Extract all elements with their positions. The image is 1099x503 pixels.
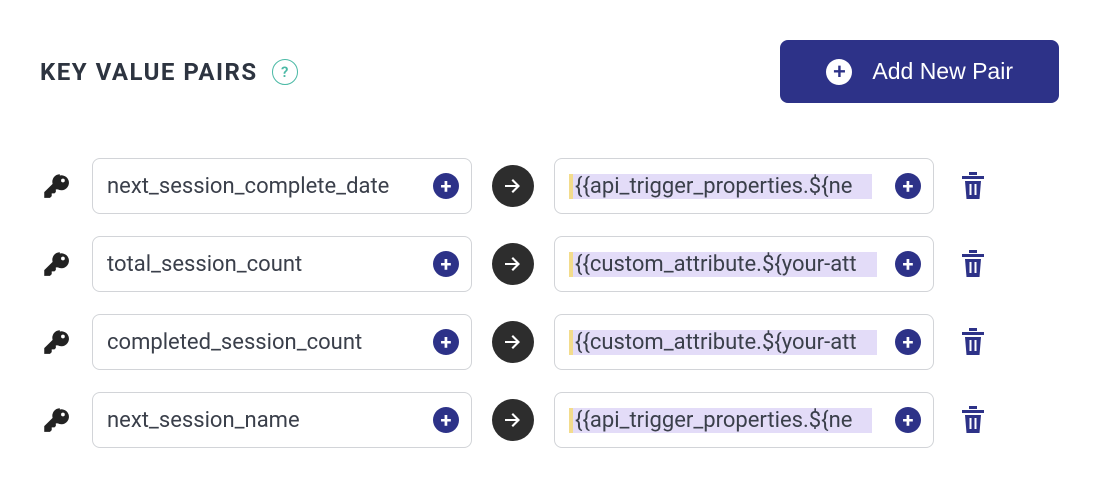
plus-circle-icon[interactable]: + xyxy=(433,407,459,433)
plus-circle-icon[interactable]: + xyxy=(433,329,459,355)
pair-row: total_session_count + {{custom_attribute… xyxy=(40,236,1059,292)
title-wrap: KEY VALUE PAIRS ? xyxy=(40,58,298,86)
delete-pair-button[interactable] xyxy=(954,169,992,203)
plus-circle-icon[interactable]: + xyxy=(895,407,921,433)
key-input[interactable]: next_session_name + xyxy=(92,392,472,448)
arrow-right-icon xyxy=(492,399,534,441)
pair-row: next_session_name + {{api_trigger_proper… xyxy=(40,392,1059,448)
value-text: {{custom_attribute.${your-att xyxy=(569,330,877,355)
pair-row: completed_session_count + {{custom_attri… xyxy=(40,314,1059,370)
header-row: KEY VALUE PAIRS ? + Add New Pair xyxy=(40,40,1059,103)
add-new-pair-button[interactable]: + Add New Pair xyxy=(780,40,1059,103)
key-icon xyxy=(40,329,72,355)
key-icon xyxy=(40,407,72,433)
key-icon xyxy=(40,173,72,199)
delete-pair-button[interactable] xyxy=(954,325,992,359)
key-input[interactable]: total_session_count + xyxy=(92,236,472,292)
plus-circle-icon[interactable]: + xyxy=(895,173,921,199)
plus-circle-icon[interactable]: + xyxy=(895,251,921,277)
value-text: {{api_trigger_properties.${ne xyxy=(569,408,872,433)
value-input[interactable]: {{api_trigger_properties.${ne + xyxy=(554,392,934,448)
value-input[interactable]: {{custom_attribute.${your-att + xyxy=(554,236,934,292)
key-text: next_session_complete_date xyxy=(107,174,389,199)
key-icon xyxy=(40,251,72,277)
key-input[interactable]: completed_session_count + xyxy=(92,314,472,370)
pair-row: next_session_complete_date + {{api_trigg… xyxy=(40,158,1059,214)
key-input[interactable]: next_session_complete_date + xyxy=(92,158,472,214)
value-text: {{custom_attribute.${your-att xyxy=(569,252,877,277)
value-text: {{api_trigger_properties.${ne xyxy=(569,174,872,199)
key-text: total_session_count xyxy=(107,252,302,277)
plus-circle-icon[interactable]: + xyxy=(433,251,459,277)
plus-circle-icon[interactable]: + xyxy=(895,329,921,355)
delete-pair-button[interactable] xyxy=(954,403,992,437)
arrow-right-icon xyxy=(492,321,534,363)
pairs-list: next_session_complete_date + {{api_trigg… xyxy=(40,158,1059,448)
arrow-right-icon xyxy=(492,165,534,207)
value-input[interactable]: {{custom_attribute.${your-att + xyxy=(554,314,934,370)
page-title: KEY VALUE PAIRS xyxy=(40,58,258,86)
value-input[interactable]: {{api_trigger_properties.${ne + xyxy=(554,158,934,214)
plus-circle-icon[interactable]: + xyxy=(433,173,459,199)
key-text: next_session_name xyxy=(107,408,300,433)
key-text: completed_session_count xyxy=(107,330,362,355)
delete-pair-button[interactable] xyxy=(954,247,992,281)
help-icon[interactable]: ? xyxy=(272,59,298,85)
arrow-right-icon xyxy=(492,243,534,285)
add-button-label: Add New Pair xyxy=(872,58,1013,85)
plus-circle-icon: + xyxy=(826,59,852,85)
